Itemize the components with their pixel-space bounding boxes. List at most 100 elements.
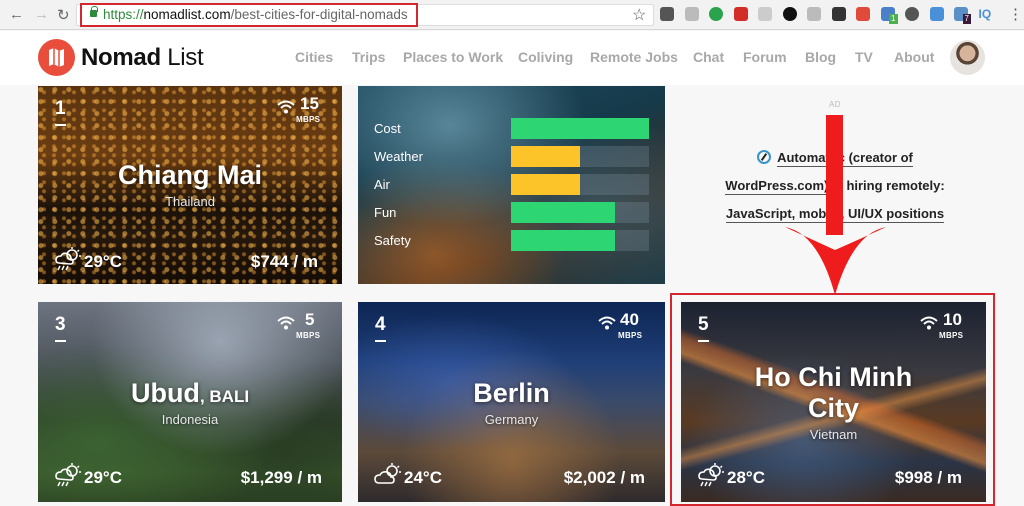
nav-trips[interactable]: Trips xyxy=(352,49,385,65)
city-scores-card[interactable]: Cost Weather Air Fun Safety xyxy=(358,86,665,284)
nav-chat[interactable]: Chat xyxy=(693,49,724,65)
city-card-chiang-mai[interactable]: 1 15 MBPS Chiang Mai Thailand 29°C $744 … xyxy=(38,86,342,284)
rain-sun-weather-icon xyxy=(55,463,81,487)
speed-unit: MBPS xyxy=(296,115,321,124)
score-bar-track xyxy=(511,174,649,195)
clipboard-extension-icon[interactable] xyxy=(758,7,772,21)
country-name: Indonesia xyxy=(161,412,219,427)
code-extension-icon[interactable]: 1 xyxy=(880,7,898,24)
url-text[interactable]: https://nomadlist.com/best-cities-for-di… xyxy=(103,7,408,22)
red-arrow-annotation xyxy=(785,115,886,295)
city-name: Ubud, BALI xyxy=(38,378,342,412)
cart-extension-icon[interactable] xyxy=(856,7,870,21)
logo-light: List xyxy=(167,44,204,71)
internet-speed: 40 xyxy=(620,310,639,329)
city-name-text: Berlin xyxy=(473,378,550,408)
back-button[interactable]: ← xyxy=(9,6,24,23)
score-row-safety: Safety xyxy=(358,230,665,252)
score-label: Weather xyxy=(374,149,423,164)
drive-extension-icon[interactable] xyxy=(807,7,821,21)
info-extension-icon[interactable] xyxy=(905,7,919,21)
score-bar-track xyxy=(511,202,649,223)
score-bar-track xyxy=(511,118,649,139)
city-name-text: Ho Chi Minh City xyxy=(754,362,913,423)
nav-remote-jobs[interactable]: Remote Jobs xyxy=(590,49,678,65)
score-bar-fill xyxy=(511,146,580,167)
score-bar-track xyxy=(511,146,649,167)
wifi-icon xyxy=(277,100,295,114)
rain-sun-weather-icon xyxy=(698,463,724,487)
arrow-head xyxy=(785,227,886,295)
temperature: 28°C xyxy=(727,468,765,487)
forward-button[interactable]: → xyxy=(34,6,49,23)
cloud-sun-weather-icon xyxy=(374,463,401,484)
chrome-menu-icon[interactable]: ⋮ xyxy=(1008,5,1023,23)
internet-speed: 5 xyxy=(305,310,315,329)
nav-about[interactable]: About xyxy=(894,49,934,65)
user-avatar[interactable] xyxy=(950,40,985,75)
rank-number: 4 xyxy=(375,314,386,342)
score-bar-fill xyxy=(511,174,580,195)
nav-cities[interactable]: Cities xyxy=(295,49,333,65)
rain-sun-weather-icon xyxy=(55,247,81,271)
score-label: Fun xyxy=(374,205,397,220)
checkmark-extension-icon[interactable] xyxy=(831,7,846,21)
pocket-extension-icon[interactable] xyxy=(660,7,674,21)
city-name-text: Ubud xyxy=(130,378,200,408)
score-bar-fill xyxy=(511,118,649,139)
bookmark-star-icon[interactable]: ☆ xyxy=(632,5,646,25)
score-bar-track xyxy=(511,230,649,251)
score-row-weather: Weather xyxy=(358,146,665,168)
speed-unit: MBPS xyxy=(939,331,964,340)
nav-coliving[interactable]: Coliving xyxy=(518,49,573,65)
lastpass-extension-icon[interactable] xyxy=(733,7,748,21)
camera-extension-icon[interactable] xyxy=(684,7,699,21)
tab-extension-icon[interactable] xyxy=(929,7,944,21)
lock-icon xyxy=(90,6,98,17)
wifi-icon xyxy=(920,316,938,330)
country-name: Vietnam xyxy=(809,427,858,442)
nav-blog[interactable]: Blog xyxy=(805,49,836,65)
site-header: Nomad List Cities Trips Places to Work C… xyxy=(0,31,1024,85)
circle-extension-icon[interactable] xyxy=(782,7,797,21)
internet-speed: 15 xyxy=(300,94,319,113)
score-bar-fill xyxy=(511,202,615,223)
iq-extension-icon[interactable]: IQ xyxy=(979,7,993,21)
wifi-icon xyxy=(598,316,616,330)
ghost-extension-icon[interactable]: 7 xyxy=(954,7,971,24)
score-label: Air xyxy=(374,177,390,192)
url-host: nomadlist.com xyxy=(143,7,231,22)
city-card-ho-chi-minh-city[interactable]: 5 10 MBPS Ho Chi Minh City Vietnam 28°C … xyxy=(681,302,986,502)
score-bar-fill xyxy=(511,230,615,251)
city-name: Chiang Mai xyxy=(38,160,342,191)
speed-unit: MBPS xyxy=(296,331,321,340)
monthly-cost: $998 / m xyxy=(894,468,962,487)
rank-number: 1 xyxy=(55,98,66,126)
nav-forum[interactable]: Forum xyxy=(743,49,787,65)
city-name-text: Chiang Mai xyxy=(117,160,262,190)
score-label: Safety xyxy=(374,233,411,248)
nav-places-to-work[interactable]: Places to Work xyxy=(403,49,503,65)
temperature: 24°C xyxy=(404,468,442,487)
url-path: /best-cities-for-digital-nomads xyxy=(230,7,408,22)
arrow-shaft xyxy=(826,115,843,235)
city-name: Ho Chi Minh City xyxy=(681,362,986,424)
speed-unit: MBPS xyxy=(618,331,643,340)
extension-badge: 1 xyxy=(889,14,898,24)
temperature: 29°C xyxy=(84,252,122,271)
city-region: , BALI xyxy=(199,387,250,406)
country-name: Thailand xyxy=(165,194,215,209)
rank-number: 3 xyxy=(55,314,66,342)
site-logo-text[interactable]: Nomad List xyxy=(81,44,204,72)
score-row-cost: Cost xyxy=(358,118,665,140)
reload-button[interactable]: ↻ xyxy=(57,6,70,24)
pushbullet-extension-icon[interactable] xyxy=(709,7,723,21)
nav-tv[interactable]: TV xyxy=(855,49,873,65)
browser-toolbar: ← → ↻ https://nomadlist.com/best-cities-… xyxy=(0,0,1024,30)
monthly-cost: $1,299 / m xyxy=(240,468,322,487)
score-label: Cost xyxy=(374,121,401,136)
nomad-list-logo-icon[interactable] xyxy=(38,39,75,76)
city-card-berlin[interactable]: 4 40 MBPS Berlin Germany 24°C $2,002 / m xyxy=(358,302,665,502)
internet-speed: 10 xyxy=(943,310,962,329)
city-card-ubud[interactable]: 3 5 MBPS Ubud, BALI Indonesia 29°C $1,29… xyxy=(38,302,342,502)
